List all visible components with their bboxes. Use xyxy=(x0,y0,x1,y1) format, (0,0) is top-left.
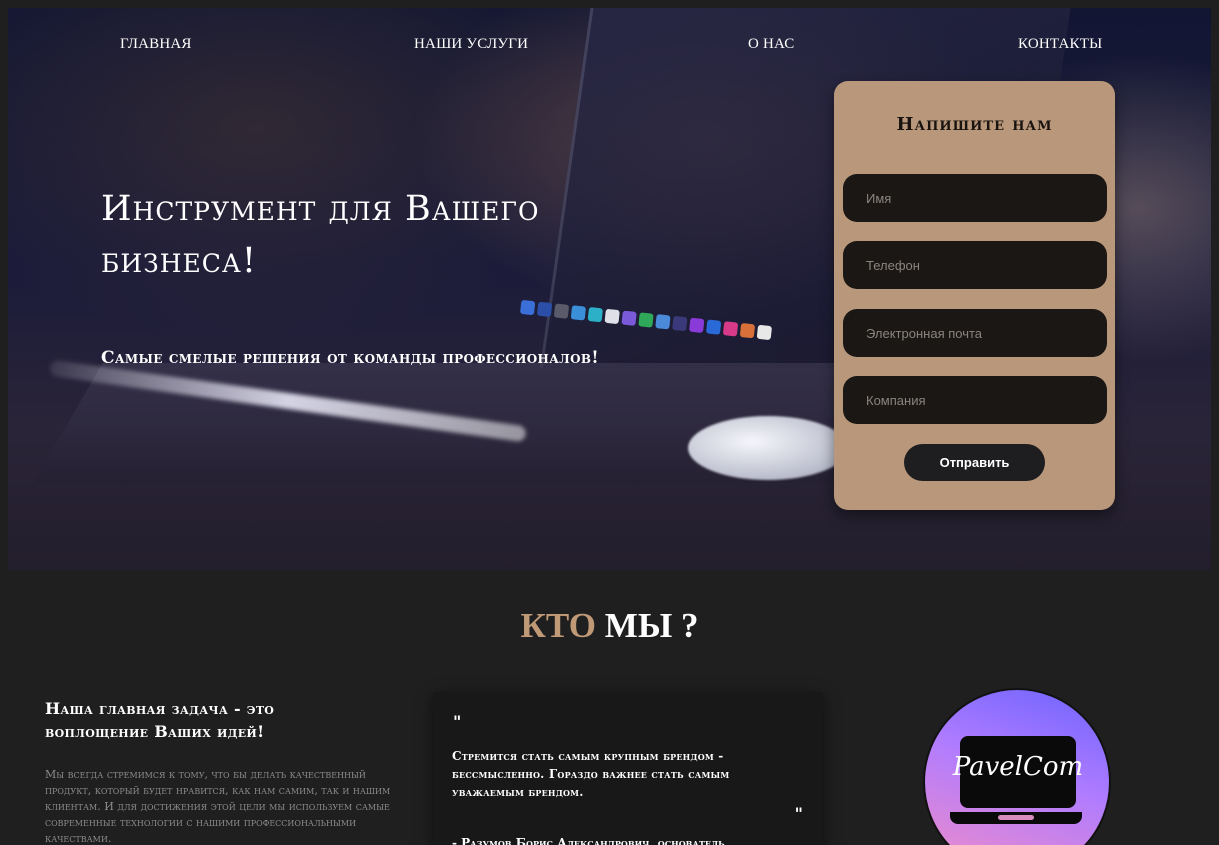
hero-title: Инструмент для Вашего бизнеса! xyxy=(101,189,540,281)
nav-link-about[interactable]: О НАС xyxy=(748,36,795,53)
email-field[interactable] xyxy=(843,309,1107,357)
main-nav: ГЛАВНАЯ НАШИ УСЛУГИ О НАС КОНТАКТЫ xyxy=(8,36,1211,56)
logo-text: PavelCom xyxy=(952,752,1084,782)
hero-background-mouse xyxy=(688,416,848,480)
contact-form-title: Напишите нам xyxy=(896,114,1053,135)
submit-button[interactable]: Отправить xyxy=(904,444,1045,481)
about-title-accent: КТО xyxy=(520,606,597,645)
phone-field[interactable] xyxy=(843,241,1107,289)
hero-subtitle: Самые смелые решения от команды професси… xyxy=(101,348,600,368)
about-section-title: КТО МЫ ? xyxy=(0,606,1219,646)
brand-logo: PavelCom xyxy=(923,688,1111,845)
nav-link-services[interactable]: НАШИ УСЛУГИ xyxy=(414,36,528,53)
nav-link-contacts[interactable]: КОНТАКТЫ xyxy=(1018,36,1102,53)
nav-link-home[interactable]: ГЛАВНАЯ xyxy=(120,36,192,53)
quote-author: - Разумов Борис Александрович, основател… xyxy=(452,836,725,845)
laptop-base-icon xyxy=(950,812,1082,824)
quote-card: " Стремится стать самым крупным брендом … xyxy=(433,692,823,845)
about-title-rest: МЫ ? xyxy=(596,606,699,645)
quote-open-mark: " xyxy=(453,712,462,731)
name-field[interactable] xyxy=(843,174,1107,222)
company-field[interactable] xyxy=(843,376,1107,424)
quote-text: Стремится стать самым крупным брендом - … xyxy=(452,749,730,799)
mission-text: Мы всегда стремимся к тому, что бы делат… xyxy=(45,768,391,845)
quote-close-mark: " xyxy=(794,804,803,823)
mission-heading: Наша главная задача - это воплощение Ваш… xyxy=(45,699,275,741)
contact-form: Напишите нам Отправить xyxy=(834,81,1115,510)
